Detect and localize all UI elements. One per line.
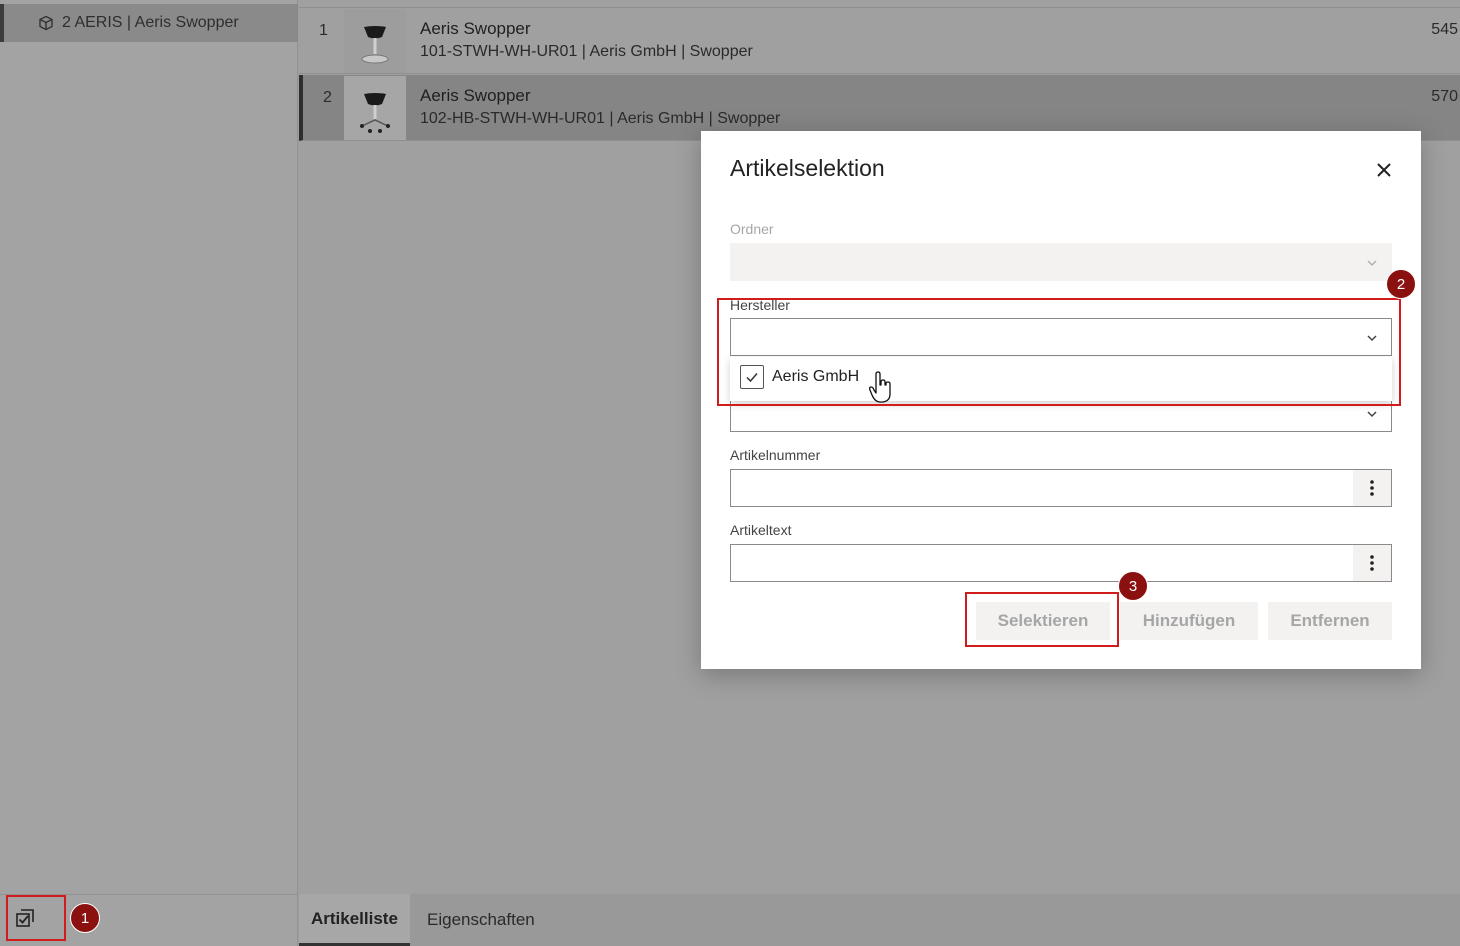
product-thumbnail [344, 76, 406, 140]
bottom-tab-bar: Artikelliste Eigenschaften [299, 894, 1460, 946]
artikeltext-field[interactable] [730, 544, 1392, 582]
close-icon [1377, 163, 1391, 177]
artikeltext-label: Artikeltext [730, 522, 792, 538]
article-price: 570 [1431, 88, 1458, 105]
article-title: Aeris Swopper [420, 19, 531, 38]
tree-item-label: 2 AERIS | Aeris Swopper [62, 14, 239, 31]
artikelnummer-input[interactable] [731, 470, 1353, 506]
entfernen-button[interactable]: Entfernen [1268, 602, 1392, 640]
vertical-dots-icon [1370, 480, 1374, 496]
row-number: 2 [323, 89, 332, 106]
artikelselektion-dialog: Artikelselektion Ordner Hersteller Aeris… [701, 131, 1421, 669]
selection-button[interactable] [6, 895, 66, 941]
highlight-selektieren [965, 592, 1119, 647]
ordner-dropdown[interactable] [730, 243, 1392, 281]
dialog-title: Artikelselektion [730, 155, 885, 181]
article-subtitle: 102-HB-STWH-WH-UR01 | Aeris GmbH | Swopp… [420, 110, 781, 127]
step-badge-2: 2 [1386, 269, 1416, 299]
chevron-down-icon [1367, 411, 1377, 418]
step-badge-3: 3 [1118, 571, 1148, 601]
tab-eigenschaften[interactable]: Eigenschaften [427, 894, 535, 946]
article-title: Aeris Swopper [420, 86, 531, 105]
sidebar-footer: 1 [0, 894, 298, 946]
product-thumbnail [344, 9, 406, 73]
more-options-button[interactable] [1353, 470, 1391, 506]
artikelnummer-label: Artikelnummer [730, 447, 821, 463]
more-options-button[interactable] [1353, 545, 1391, 581]
selection-checklist-icon [16, 909, 34, 927]
highlight-hersteller [717, 298, 1401, 406]
article-price: 545 [1431, 21, 1458, 38]
tree-item-aeris-swopper[interactable]: 2 AERIS | Aeris Swopper [0, 4, 298, 42]
hinzufuegen-button[interactable]: Hinzufügen [1120, 602, 1258, 640]
row-number: 1 [319, 22, 328, 39]
close-button[interactable] [1371, 157, 1397, 183]
artikelnummer-field[interactable] [730, 469, 1392, 507]
vertical-dots-icon [1370, 555, 1374, 571]
stool-image [361, 26, 389, 64]
ordner-label: Ordner [730, 221, 774, 237]
table-row[interactable]: 1 Aeris Swopper 101-STWH-WH-UR01 | Aeris… [299, 8, 1460, 74]
tab-artikelliste[interactable]: Artikelliste [299, 894, 410, 946]
sidebar: 2 AERIS | Aeris Swopper 1 [0, 0, 298, 946]
stool-image [360, 93, 390, 133]
step-badge-1: 1 [70, 903, 100, 933]
cube-icon [39, 15, 53, 31]
artikeltext-input[interactable] [731, 545, 1353, 581]
article-subtitle: 101-STWH-WH-UR01 | Aeris GmbH | Swopper [420, 43, 753, 60]
chevron-down-icon [1367, 260, 1377, 267]
